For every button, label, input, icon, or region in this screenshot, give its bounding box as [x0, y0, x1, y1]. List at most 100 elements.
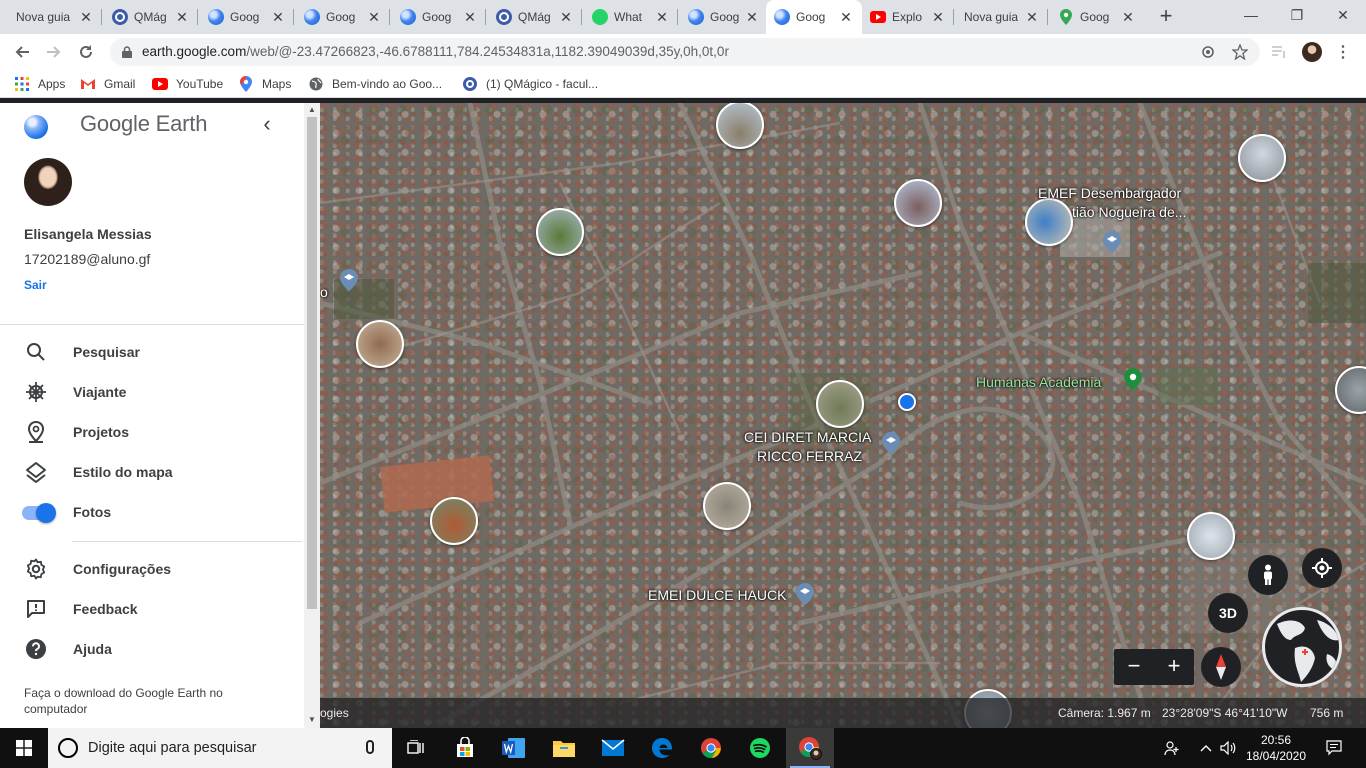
school-pin-icon[interactable] — [1103, 231, 1121, 253]
bookmark-youtube[interactable]: YouTube — [152, 70, 223, 98]
close-tab-icon[interactable]: ✕ — [1120, 9, 1136, 26]
scroll-down-icon[interactable]: ▼ — [308, 715, 316, 724]
photo-thumbnail[interactable] — [816, 380, 864, 428]
people-icon[interactable] — [1160, 728, 1184, 768]
scrollbar-thumb[interactable] — [307, 117, 317, 609]
location-target-icon[interactable] — [1199, 43, 1217, 61]
photo-thumbnail[interactable] — [703, 482, 751, 530]
menu-item-search[interactable]: Pesquisar — [0, 334, 304, 370]
tab-1[interactable]: QMág ✕ — [104, 0, 198, 34]
tab-0[interactable]: Nova guia ✕ — [8, 0, 102, 34]
compass-icon[interactable] — [1201, 647, 1241, 687]
school-pin-icon[interactable] — [340, 269, 358, 291]
photo-thumbnail[interactable] — [536, 208, 584, 256]
microphone-icon[interactable] — [366, 740, 374, 754]
forward-arrow-icon[interactable] — [42, 40, 66, 64]
bookmark-apps[interactable]: Apps — [14, 70, 65, 98]
close-window-button[interactable]: ✕ — [1320, 0, 1366, 30]
close-tab-icon[interactable]: ✕ — [270, 9, 286, 26]
tab-6[interactable]: What ✕ — [584, 0, 678, 34]
poi-label-cei-line1[interactable]: CEI DIRET MARCIA — [744, 429, 871, 445]
avatar[interactable] — [24, 158, 72, 206]
taskbar-search-input[interactable]: Digite aqui para pesquisar — [48, 728, 392, 768]
tab-10[interactable]: Nova guia ✕ — [956, 0, 1048, 34]
close-tab-icon[interactable]: ✕ — [654, 9, 670, 26]
photo-thumbnail[interactable] — [356, 320, 404, 368]
sign-out-link[interactable]: Sair — [24, 278, 47, 292]
pegman-street-view-icon[interactable] — [1248, 555, 1288, 595]
volume-icon[interactable] — [1218, 728, 1238, 768]
back-arrow-icon[interactable] — [10, 40, 34, 64]
address-bar[interactable]: earth.google.com/web/@-23.47266823,-46.6… — [110, 38, 1260, 66]
mail-icon[interactable] — [589, 728, 637, 768]
menu-item-settings[interactable]: Configurações — [0, 551, 304, 587]
menu-kebab-icon[interactable]: ⋮ — [1334, 43, 1352, 61]
photo-thumbnail[interactable] — [894, 179, 942, 227]
menu-item-map-style[interactable]: Estilo do mapa — [0, 454, 304, 490]
globe-minimap-icon[interactable] — [1262, 607, 1342, 687]
media-queue-icon[interactable] — [1270, 43, 1288, 61]
photos-toggle[interactable] — [22, 503, 56, 523]
zoom-out-button[interactable]: − — [1114, 653, 1154, 679]
tab-7[interactable]: Goog ✕ — [680, 0, 768, 34]
tab-9[interactable]: Explo ✕ — [862, 0, 954, 34]
my-location-button-icon[interactable] — [1302, 548, 1342, 588]
zoom-in-button[interactable]: + — [1154, 653, 1194, 679]
close-tab-icon[interactable]: ✕ — [838, 9, 854, 26]
maximize-button[interactable]: ❐ — [1274, 0, 1320, 30]
new-tab-button[interactable]: + — [1154, 5, 1178, 29]
close-tab-icon[interactable]: ✕ — [174, 9, 190, 26]
show-hidden-icons-chevron-icon[interactable] — [1196, 728, 1216, 768]
collapse-chevron-icon[interactable]: ‹ — [256, 113, 278, 135]
spotify-icon[interactable] — [736, 728, 784, 768]
school-pin-icon[interactable] — [796, 583, 814, 605]
scroll-up-icon[interactable]: ▲ — [308, 105, 316, 114]
chrome-profile-icon[interactable] — [786, 728, 834, 768]
profile-avatar-icon[interactable] — [1302, 42, 1322, 62]
minimize-button[interactable]: — — [1228, 0, 1274, 30]
school-pin-icon[interactable] — [882, 432, 900, 454]
windows-start-icon[interactable] — [0, 728, 48, 768]
close-tab-icon[interactable]: ✕ — [558, 9, 574, 26]
tab-4[interactable]: Goog ✕ — [392, 0, 486, 34]
photo-thumbnail[interactable] — [430, 497, 478, 545]
chrome-icon[interactable] — [687, 728, 735, 768]
menu-item-voyager[interactable]: Viajante — [0, 374, 304, 410]
system-clock[interactable]: 20:56 18/04/2020 — [1244, 732, 1308, 764]
close-tab-icon[interactable]: ✕ — [78, 9, 94, 26]
file-explorer-icon[interactable] — [540, 728, 588, 768]
edge-icon[interactable] — [638, 728, 686, 768]
close-tab-icon[interactable]: ✕ — [930, 9, 946, 26]
bookmark-maps[interactable]: Maps — [238, 70, 291, 98]
bookmark-gmail[interactable]: Gmail — [80, 70, 135, 98]
reload-icon[interactable] — [74, 40, 98, 64]
close-tab-icon[interactable]: ✕ — [462, 9, 478, 26]
bookmark-star-icon[interactable] — [1231, 43, 1249, 61]
panel-scrollbar[interactable]: ▲ ▼ — [304, 103, 320, 728]
bookmark-qmagico[interactable]: (1) QMágico - facul... — [462, 70, 598, 98]
tab-8-active[interactable]: Goog ✕ — [766, 0, 862, 34]
close-tab-icon[interactable]: ✕ — [1024, 9, 1040, 26]
poi-label-emef-line2[interactable]: tião Nogueira de... — [1072, 204, 1186, 220]
task-view-icon[interactable] — [392, 728, 440, 768]
photo-thumbnail[interactable] — [716, 103, 764, 149]
toggle-3d-button[interactable]: 3D — [1208, 593, 1248, 633]
attribution-text[interactable]: ogies — [320, 698, 349, 728]
action-center-icon[interactable] — [1320, 728, 1348, 768]
tab-3[interactable]: Goog ✕ — [296, 0, 390, 34]
poi-label-emef[interactable]: EMEF Desembargador — [1038, 185, 1181, 201]
tab-2[interactable]: Goog ✕ — [200, 0, 294, 34]
tab-5[interactable]: QMág ✕ — [488, 0, 582, 34]
poi-label-humanas-academia[interactable]: Humanas Academia — [976, 374, 1101, 390]
poi-label-emei-dulce-hauck[interactable]: EMEI DULCE HAUCK — [648, 587, 786, 603]
satellite-map[interactable]: EMEF Desembargador tião Nogueira de... H… — [320, 103, 1366, 728]
close-tab-icon[interactable]: ✕ — [366, 9, 382, 26]
close-tab-icon[interactable]: ✕ — [744, 9, 760, 26]
place-pin-icon[interactable] — [1124, 368, 1142, 390]
menu-item-projects[interactable]: Projetos — [0, 414, 304, 450]
tab-11[interactable]: Goog ✕ — [1050, 0, 1144, 34]
photo-thumbnail[interactable] — [1187, 512, 1235, 560]
photo-thumbnail[interactable] — [1238, 134, 1286, 182]
menu-item-photos[interactable]: Fotos — [0, 494, 304, 530]
photo-thumbnail[interactable] — [1025, 198, 1073, 246]
